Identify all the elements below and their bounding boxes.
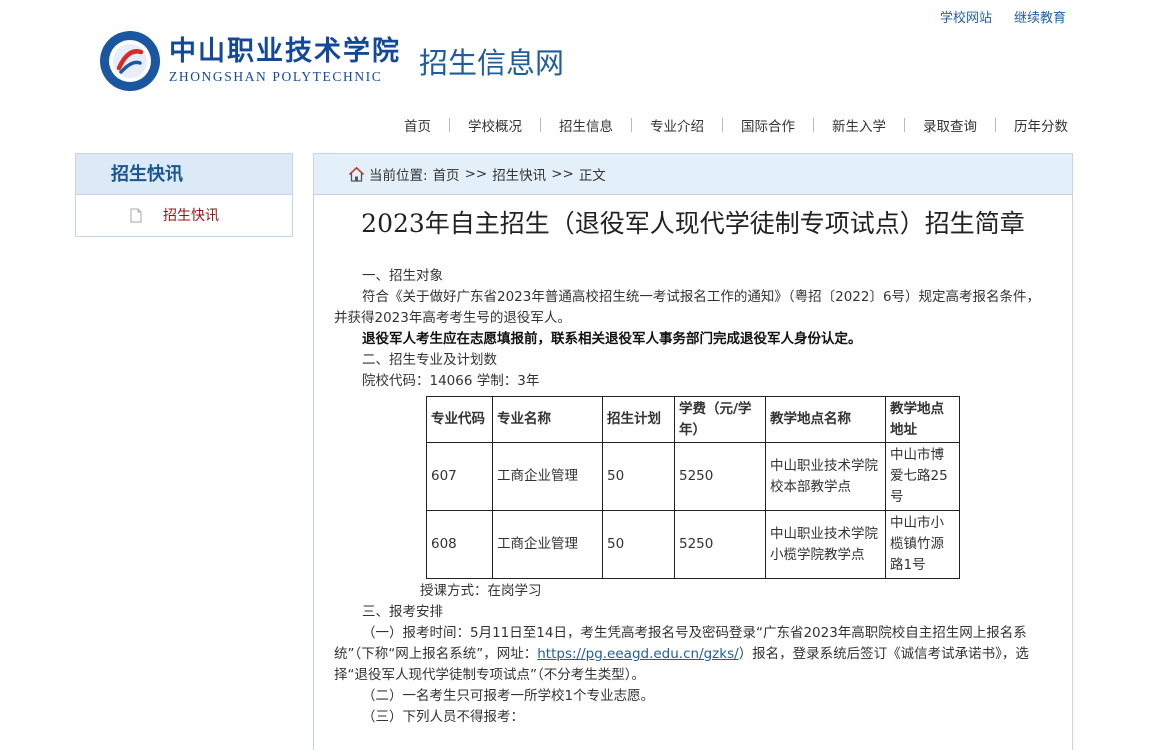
table-cell: 5250 [674,510,766,579]
article-title: 2023年自主招生（退役军人现代学徒制专项试点）招生简章 [361,209,1025,238]
nav-divider [540,118,541,132]
top-links: 学校网站 继续教育 [940,7,1066,26]
table-cell: 中山市博爱七路25号 [885,442,960,511]
table-header-cell: 教学地点地址 [885,396,960,443]
nav-divider [722,118,723,132]
logo-english-name: ZHONGSHAN POLYTECHNIC [169,69,383,84]
section2-heading: 二、招生专业及计划数 [362,352,497,368]
teaching-mode: 授课方式：在岗学习 [420,583,542,599]
table-header-cell: 教学地点名称 [765,396,886,443]
nav-item-home[interactable]: 首页 [404,115,431,135]
section3-item2: （二）一名考生只可报考一所学校1个专业志愿。 [362,688,655,704]
table-cell: 中山市小榄镇竹源路1号 [885,510,960,579]
breadcrumb-separator: >> [464,166,488,182]
table-cell: 5250 [674,442,766,511]
table-cell: 中山职业技术学院小榄学院教学点 [765,510,886,579]
nav-divider [449,118,450,132]
school-emblem-icon [100,31,160,91]
nav-item-results[interactable]: 录取查询 [923,115,977,135]
section3-item1: （一）报考时间：5月11日至14日，考生凭高考报名号及密码登录“广东省2023年… [334,623,1052,686]
breadcrumb-prefix: 当前位置: [369,168,428,184]
section1-text: 符合《关于做好广东省2023年普通高校招生统一考试报名工作的通知》（粤招〔202… [334,289,1041,326]
nav-item-majors[interactable]: 专业介绍 [650,115,704,135]
table-header-row: 专业代码 专业名称 招生计划 学费（元/学年） 教学地点名称 教学地点地址 [426,396,960,443]
nav-item-admissions[interactable]: 招生信息 [559,115,613,135]
section3-item3: （三）下列人员不得报考： [362,709,524,725]
sidebar: 招生快讯 招生快讯 [75,153,293,237]
table-cell: 50 [602,510,675,579]
breadcrumb: 当前位置: 首页 >> 招生快讯 >> 正文 [314,154,1072,195]
document-icon [130,208,142,222]
article-body: 一、招生对象 符合《关于做好广东省2023年普通高校招生统一考试报名工作的通知》… [314,240,1072,728]
table-cell: 工商企业管理 [492,442,603,511]
table-cell: 607 [426,442,493,511]
nav-item-past-scores[interactable]: 历年分数 [1014,115,1068,135]
registration-system-link[interactable]: https://pg.eeagd.edu.cn/gzks/ [537,646,738,662]
nav-item-international[interactable]: 国际合作 [741,115,795,135]
enrollment-plan-table: 专业代码 专业名称 招生计划 学费（元/学年） 教学地点名称 教学地点地址 60… [426,396,960,579]
sidebar-title: 招生快讯 [76,154,292,195]
table-header-cell: 专业名称 [492,396,603,443]
nav-divider [631,118,632,132]
table-cell: 中山职业技术学院校本部教学点 [765,442,886,511]
table-cell: 50 [602,442,675,511]
sidebar-item-label: 招生快讯 [163,208,219,224]
nav-item-about[interactable]: 学校概况 [468,115,522,135]
home-icon [348,166,365,182]
nav-divider [904,118,905,132]
logo-chinese-name: 中山职业技术学院 [169,36,401,67]
section2-code: 院校代码：14066 学制：3年 [362,373,540,389]
top-link-school-site[interactable]: 学校网站 [940,7,992,26]
site-name: 招生信息网 [419,46,565,80]
nav-divider [995,118,996,132]
table-row: 607 工商企业管理 50 5250 中山职业技术学院校本部教学点 中山市博爱七… [426,442,960,511]
content-panel: 当前位置: 首页 >> 招生快讯 >> 正文 2023年自主招生（退役军人现代学… [313,153,1073,750]
table-cell: 工商企业管理 [492,510,603,579]
table-header-cell: 专业代码 [426,396,493,443]
sidebar-item-news[interactable]: 招生快讯 [76,195,292,235]
main-nav: 首页 学校概况 招生信息 专业介绍 国际合作 新生入学 录取查询 历年分数 [404,115,1068,135]
table-row: 608 工商企业管理 50 5250 中山职业技术学院小榄学院教学点 中山市小榄… [426,510,960,579]
section1-bold-note: 退役军人考生应在志愿填报前，联系相关退役军人事务部门完成退役军人身份认定。 [362,331,862,347]
nav-item-freshmen[interactable]: 新生入学 [832,115,886,135]
breadcrumb-current: 正文 [578,168,606,184]
section1-heading: 一、招生对象 [362,268,443,284]
school-logo[interactable]: 中山职业技术学院 ZHONGSHAN POLYTECHNIC [99,30,401,92]
table-header-cell: 招生计划 [602,396,675,443]
breadcrumb-home[interactable]: 首页 [433,164,460,184]
breadcrumb-separator: >> [551,166,574,182]
section3-heading: 三、报考安排 [362,604,443,620]
table-header-cell: 学费（元/学年） [674,396,766,443]
top-link-continuing-education[interactable]: 继续教育 [1014,7,1066,26]
nav-divider [813,118,814,132]
table-cell: 608 [426,510,493,579]
breadcrumb-news[interactable]: 招生快讯 [492,164,546,184]
